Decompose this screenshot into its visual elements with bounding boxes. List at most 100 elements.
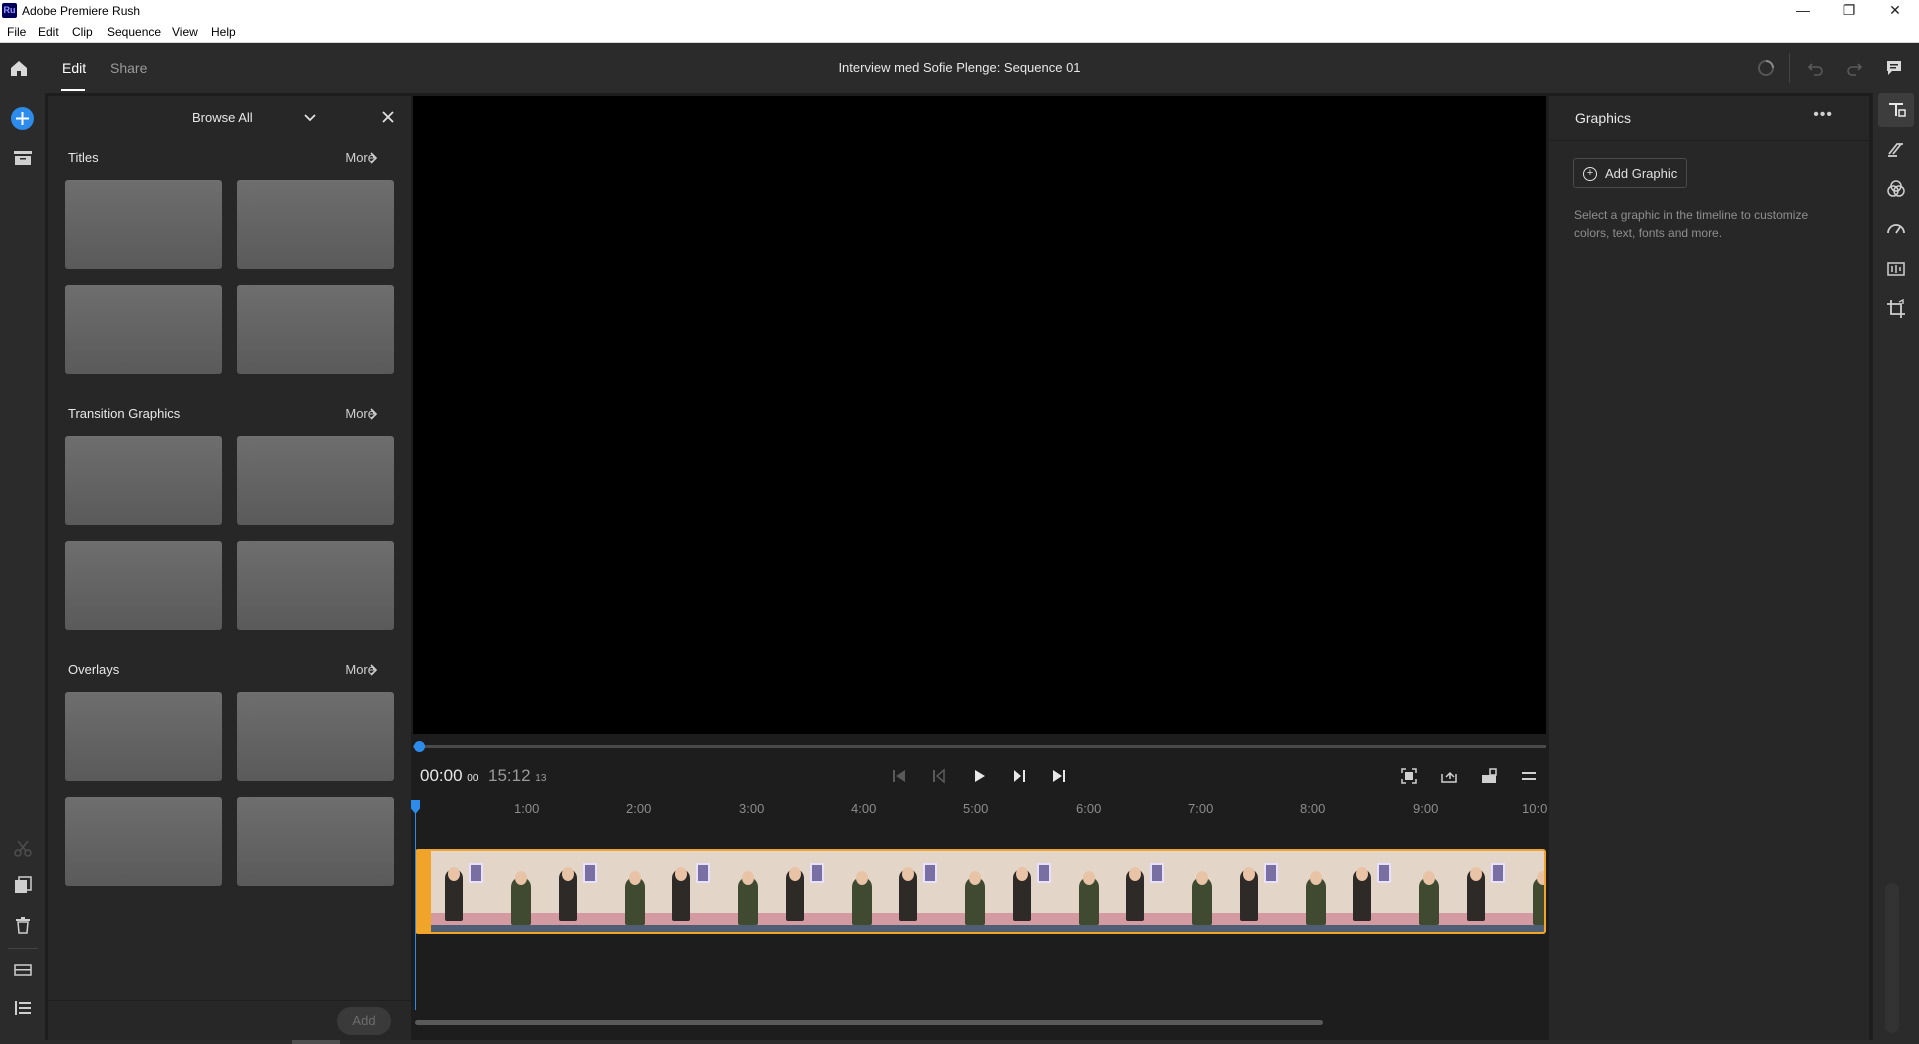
play-icon[interactable] — [966, 766, 992, 788]
menu-view[interactable]: View — [172, 25, 198, 39]
more-options-icon[interactable]: ••• — [1813, 106, 1833, 124]
total-duration-frames: 13 — [535, 773, 547, 784]
sync-spinner-icon — [1757, 59, 1775, 77]
title-thumbnail[interactable] — [237, 285, 394, 374]
crop-icon[interactable] — [1883, 298, 1909, 322]
overlay-thumbnail[interactable] — [237, 797, 394, 886]
frame-person-head — [561, 867, 574, 881]
share-export-icon[interactable] — [1436, 766, 1462, 788]
frame-wall-art — [582, 863, 597, 883]
frame-wall-art — [696, 863, 710, 883]
split-scissors-icon[interactable] — [13, 838, 33, 858]
transition-thumbnail[interactable] — [237, 541, 394, 630]
panel-scrollbar[interactable] — [1885, 883, 1899, 1033]
transition-thumbnail[interactable] — [237, 436, 394, 525]
bottom-scroll-thumb[interactable] — [292, 1040, 340, 1044]
scrubber-handle[interactable] — [414, 741, 425, 752]
redo-icon[interactable] — [1846, 59, 1864, 77]
frame-person-head — [1469, 867, 1482, 881]
chevron-down-icon[interactable] — [303, 110, 317, 124]
step-forward-icon[interactable] — [1006, 766, 1032, 788]
program-monitor[interactable] — [413, 96, 1546, 734]
transitions-icon[interactable] — [1883, 138, 1909, 162]
fit-view-icon[interactable] — [1396, 766, 1422, 788]
overlay-thumbnail[interactable] — [65, 692, 222, 781]
plus-circle-icon: + — [1583, 167, 1597, 181]
add-graphic-label: Add Graphic — [1605, 166, 1678, 181]
title-thumbnail[interactable] — [237, 180, 394, 269]
title-thumbnail[interactable] — [65, 180, 222, 269]
total-duration-value: 15:12 — [488, 766, 531, 785]
timeline-tick: 5:00 — [963, 801, 989, 816]
frame-wall-art — [1490, 863, 1505, 883]
frame-wall-art — [809, 863, 824, 883]
viewer-scrubber[interactable] — [413, 745, 1546, 748]
close-panel-icon[interactable] — [381, 110, 395, 124]
frame-person-head — [1309, 871, 1322, 885]
sequence-title: Interview med Sofie Plenge: Sequence 01 — [838, 60, 1081, 75]
frame-person-head — [742, 871, 754, 885]
tab-edit-underline — [61, 89, 85, 91]
speed-icon[interactable] — [1883, 218, 1909, 242]
track-controls-icon[interactable] — [13, 962, 33, 978]
undo-icon[interactable] — [1806, 59, 1824, 77]
step-back-icon[interactable] — [926, 766, 952, 788]
menu-file[interactable]: File — [7, 25, 26, 39]
timeline-playhead-line — [415, 800, 416, 1010]
frame-person-head — [628, 871, 641, 885]
timeline-scrollbar[interactable] — [415, 1020, 1323, 1025]
add-button[interactable]: Add — [337, 1007, 391, 1035]
total-duration: 15:12 13 — [488, 766, 546, 786]
project-assets-icon[interactable] — [13, 149, 33, 167]
app-header: Edit Share Interview med Sofie Plenge: S… — [0, 43, 1919, 93]
timeline-tick: 2:00 — [626, 801, 652, 816]
comment-icon[interactable] — [1884, 58, 1904, 78]
transition-thumbnail[interactable] — [65, 541, 222, 630]
chevron-right-icon[interactable] — [368, 663, 378, 677]
menu-edit[interactable]: Edit — [38, 25, 59, 39]
delete-trash-icon[interactable] — [13, 915, 33, 935]
menu-help[interactable]: Help — [211, 25, 236, 39]
duplicate-icon[interactable] — [13, 875, 33, 895]
overlay-thumbnail[interactable] — [65, 797, 222, 886]
panel-divider — [1549, 140, 1869, 141]
go-to-start-icon[interactable] — [886, 766, 912, 788]
frame-person-head — [1129, 867, 1141, 881]
frame-wall-art — [1377, 863, 1391, 883]
audio-icon[interactable] — [1883, 258, 1909, 282]
right-tool-rail — [1872, 93, 1919, 1044]
graphics-panel: Graphics ••• + Add Graphic Select a grap… — [1549, 96, 1869, 1040]
timeline-tick: 8:00 — [1300, 801, 1326, 816]
chevron-right-icon[interactable] — [368, 407, 378, 421]
menu-clip[interactable]: Clip — [72, 25, 93, 39]
minimize-button[interactable]: — — [1780, 0, 1826, 22]
frame-person-head — [1242, 867, 1255, 881]
title-thumbnail[interactable] — [65, 285, 222, 374]
frame-person-head — [969, 871, 981, 885]
browse-dropdown-label[interactable]: Browse All — [192, 110, 253, 125]
color-icon[interactable] — [1883, 178, 1909, 202]
menu-sequence[interactable]: Sequence — [107, 25, 161, 39]
video-clip[interactable] — [415, 849, 1546, 934]
menu-lines-icon[interactable] — [1516, 766, 1542, 788]
frame-person-head — [448, 867, 460, 881]
add-media-icon[interactable] — [11, 107, 34, 130]
frame-wall-art — [1263, 863, 1278, 883]
restore-button[interactable]: ❐ — [1826, 0, 1872, 22]
frame-person-head — [1015, 867, 1028, 881]
add-graphic-button[interactable]: + Add Graphic — [1573, 158, 1687, 188]
track-list-icon[interactable] — [13, 999, 33, 1017]
close-window-button[interactable]: ✕ — [1872, 0, 1918, 22]
frame-person-head — [1082, 871, 1095, 885]
graphics-icon[interactable] — [1883, 98, 1909, 122]
app-logo: Ru — [2, 3, 17, 18]
overlay-thumbnail[interactable] — [237, 692, 394, 781]
aspect-ratio-icon[interactable] — [1476, 766, 1502, 788]
transition-thumbnail[interactable] — [65, 436, 222, 525]
current-timecode-frames: 00 — [467, 773, 479, 784]
app-title: Adobe Premiere Rush — [22, 4, 141, 18]
frame-wall-art — [1150, 863, 1164, 883]
chevron-right-icon[interactable] — [368, 151, 378, 165]
timeline-tick: 7:00 — [1188, 801, 1214, 816]
go-to-end-icon[interactable] — [1046, 766, 1072, 788]
